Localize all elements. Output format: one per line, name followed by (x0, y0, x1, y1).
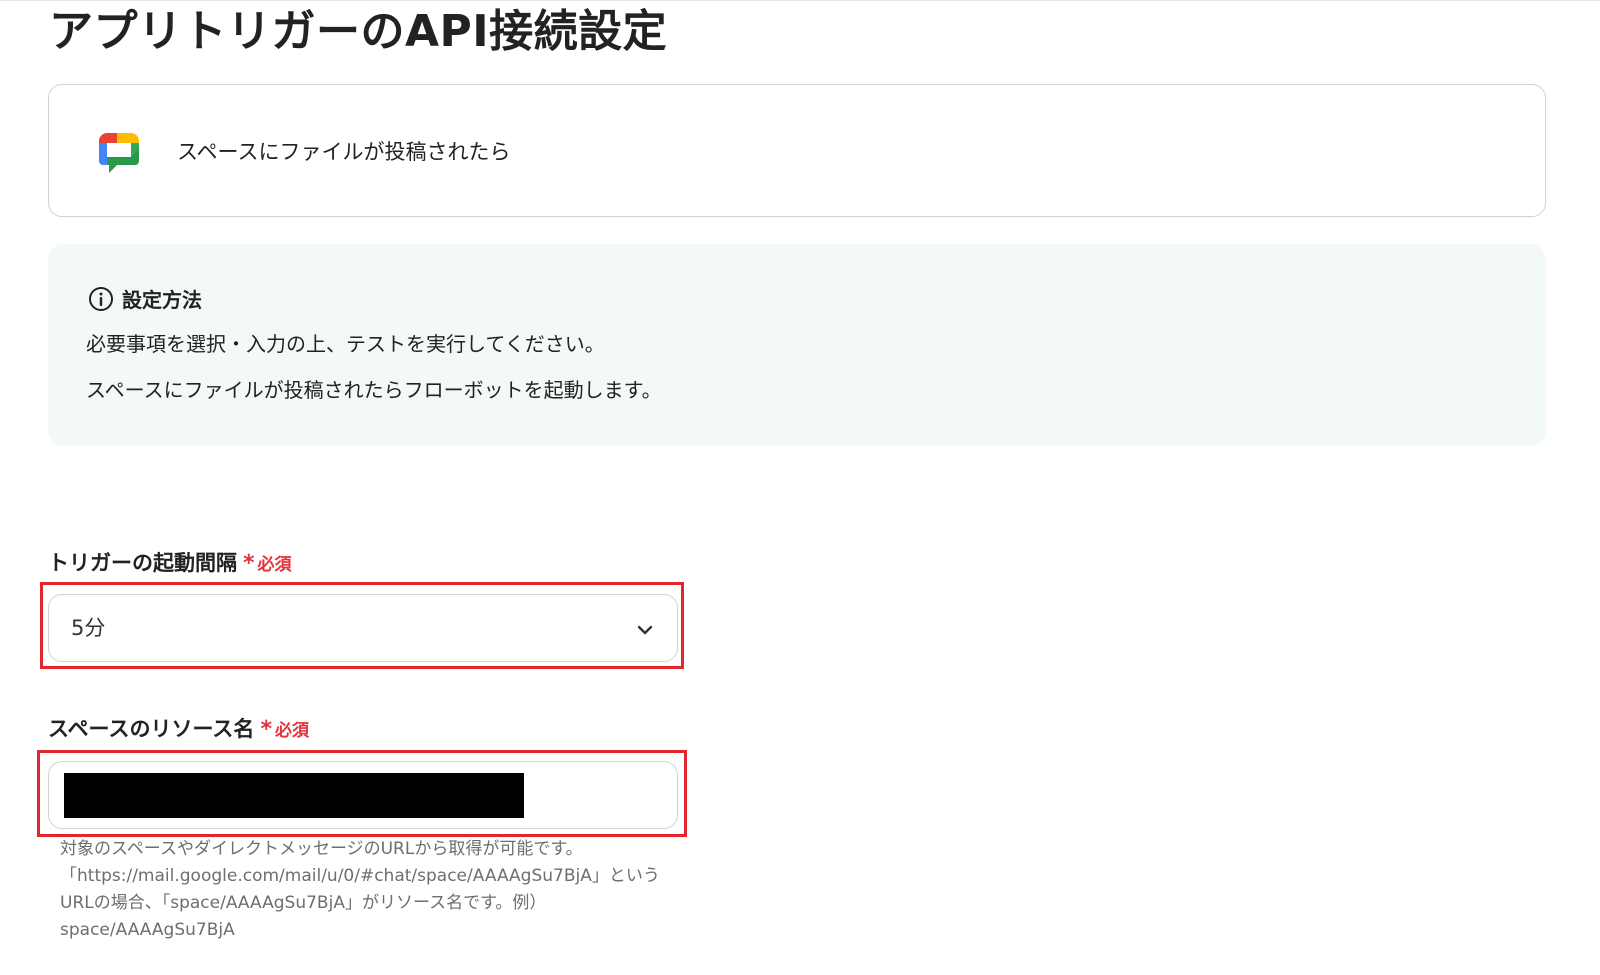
interval-selected-value: 5分 (71, 616, 106, 640)
instructions-line: 必要事項を選択・入力の上、テストを実行してください。 (86, 332, 605, 356)
required-asterisk: * (260, 717, 272, 742)
page-title: アプリトリガーのAPI接続設定 (49, 6, 668, 57)
space-resource-field-label: スペースのリソース名 * 必須 (48, 714, 309, 746)
interval-select[interactable]: 5分 (48, 594, 678, 662)
required-text: 必須 (274, 721, 309, 741)
help-line: 「https://mail.google.com/mail/u/0/#chat/… (60, 866, 660, 886)
help-line: URLの場合、「space/AAAAgSu7BjA」がリソース名です。例） (60, 893, 547, 913)
help-line: space/AAAAgSu7BjA (60, 920, 235, 940)
instructions-heading-text: 設定方法 (122, 288, 202, 312)
required-text: 必須 (257, 555, 292, 575)
instructions-line: スペースにファイルが投稿されたらフローボットを起動します。 (86, 378, 662, 402)
required-badge: * 必須 (243, 549, 292, 580)
google-chat-icon (99, 133, 139, 173)
required-asterisk: * (243, 551, 255, 576)
trigger-event-label: スペースにファイルが投稿されたら (177, 140, 511, 164)
setup-instructions-panel: 設定方法 必要事項を選択・入力の上、テストを実行してください。 スペースにファイ… (48, 244, 1546, 446)
instructions-heading: 設定方法 (88, 284, 202, 313)
redacted-value (64, 773, 524, 818)
space-resource-help-text: 対象のスペースやダイレクトメッセージのURLから取得が可能です。 「https:… (60, 836, 700, 944)
space-resource-input[interactable] (48, 761, 678, 829)
trigger-card: スペースにファイルが投稿されたら (48, 84, 1546, 217)
info-circle-icon (89, 286, 113, 311)
help-line: 対象のスペースやダイレクトメッセージのURLから取得が可能です。 (60, 839, 583, 859)
top-divider (0, 0, 1600, 1)
interval-label-text: トリガーの起動間隔 (48, 551, 237, 575)
required-badge: * 必須 (260, 715, 309, 746)
interval-field-label: トリガーの起動間隔 * 必須 (48, 548, 292, 580)
chevron-down-icon (637, 625, 653, 635)
space-resource-label-text: スペースのリソース名 (48, 717, 255, 741)
